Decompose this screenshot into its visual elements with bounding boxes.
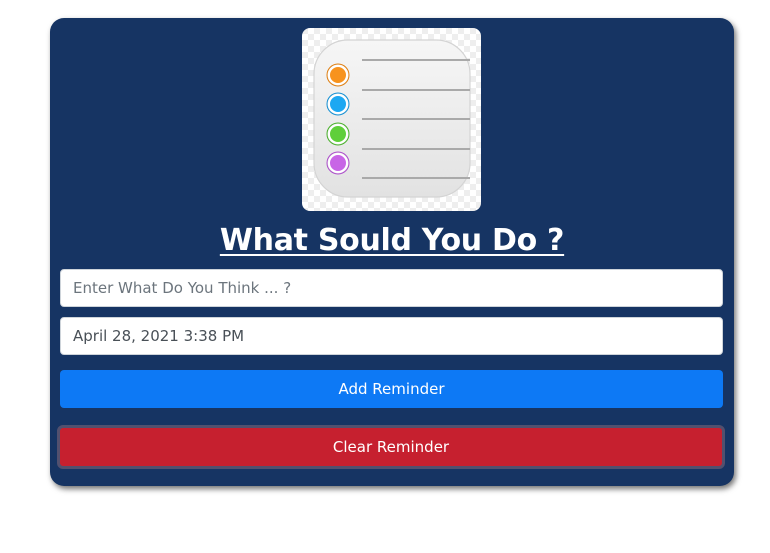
page-title: What Sould You Do ? [219,223,565,258]
reminder-text-input[interactable] [60,269,723,307]
clear-reminder-button[interactable]: Clear Reminder [57,425,725,469]
add-reminder-button[interactable]: Add Reminder [60,370,723,408]
reminder-card: What Sould You Do ? Add Reminder Clear R… [50,18,734,486]
reminders-list-icon [302,28,481,211]
reminder-datetime-input[interactable] [60,317,723,355]
